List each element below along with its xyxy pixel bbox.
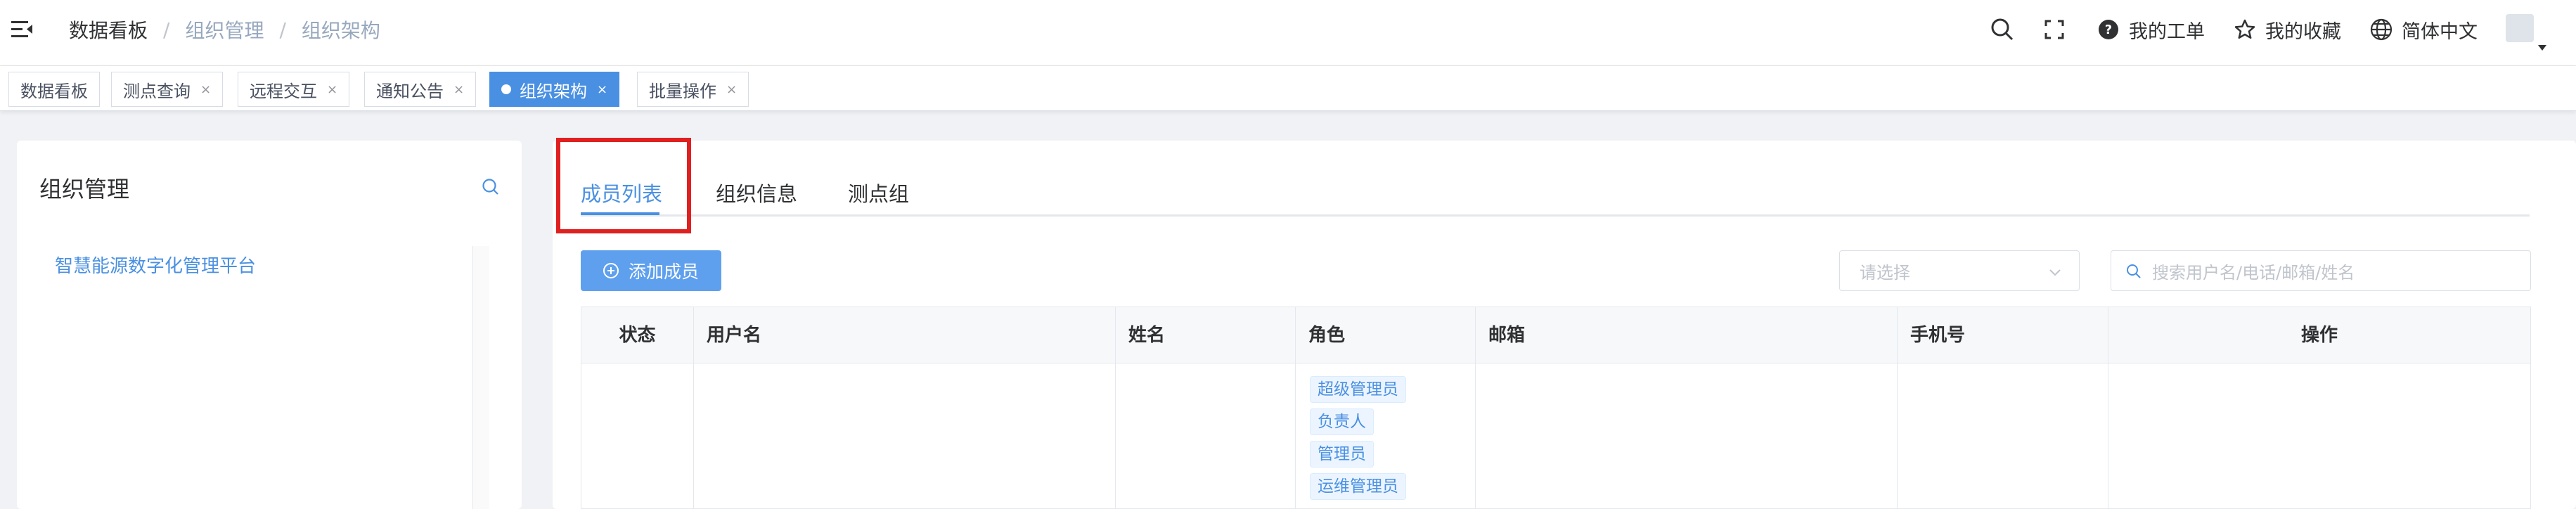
tag-label: 数据看板 xyxy=(20,81,88,101)
close-icon[interactable]: × xyxy=(726,82,737,97)
plus-circle-icon xyxy=(603,263,619,278)
my-tickets-button[interactable]: ? 我的工单 xyxy=(2097,16,2205,44)
tree-node-root[interactable]: 智慧能源数字化管理平台 xyxy=(55,252,256,278)
breadcrumb-item-org-management: 组织管理 xyxy=(185,19,264,42)
column-header-role: 角色 xyxy=(1296,307,1476,363)
tag-org-structure[interactable]: 组织架构 × xyxy=(489,72,620,107)
table-cell-actions xyxy=(2108,363,2530,509)
column-header-actions: 操作 xyxy=(2300,325,2338,346)
search-icon[interactable] xyxy=(1988,15,2016,44)
breadcrumb-item-dashboard[interactable]: 数据看板 xyxy=(69,15,148,44)
add-member-button[interactable]: 添加成员 xyxy=(581,250,721,291)
members-table: 状态 用户名 姓名 角色 邮箱 手机号 操作 超级管理员 负责人 管理员 运维管… xyxy=(581,307,2531,509)
panel-title: 组织管理 xyxy=(39,176,130,202)
breadcrumb-separator: / xyxy=(279,18,286,41)
table-cell-email xyxy=(1476,363,1898,509)
close-icon[interactable]: × xyxy=(200,82,211,97)
tag-label: 通知公告 xyxy=(376,81,444,101)
header-actions: ? 我的工单 我的收藏 简体中文 xyxy=(1964,10,2548,51)
active-dot-icon xyxy=(501,84,511,94)
tag-remote-interaction[interactable]: 远程交互 × xyxy=(238,72,350,107)
column-header-email: 邮箱 xyxy=(1476,307,1898,363)
user-menu[interactable] xyxy=(2506,10,2548,51)
org-tree-panel: 组织管理 智慧能源数字化管理平台 xyxy=(17,141,522,509)
table-cell-role: 超级管理员 负责人 管理员 运维管理员 xyxy=(1296,363,1476,509)
org-detail-panel: 成员列表 组织信息 测点组 添加成员 请选择 搜索用户名/电话/邮箱/姓名 状态… xyxy=(553,138,2576,509)
search-icon[interactable] xyxy=(481,177,503,200)
member-search-input[interactable]: 搜索用户名/电话/邮箱/姓名 xyxy=(2111,250,2531,291)
tag-batch-operation[interactable]: 批量操作 × xyxy=(637,72,749,107)
menu-fold-icon[interactable] xyxy=(8,15,37,44)
select-placeholder: 请选择 xyxy=(1860,262,1910,283)
role-tag: 负责人 xyxy=(1310,408,1374,435)
language-switch[interactable]: 简体中文 xyxy=(2369,16,2478,44)
tag-point-query[interactable]: 测点查询 × xyxy=(111,72,224,107)
breadcrumb-separator: / xyxy=(163,18,170,41)
scrollbar[interactable] xyxy=(472,246,489,509)
close-icon[interactable]: × xyxy=(327,82,337,97)
my-tickets-label: 我的工单 xyxy=(2129,20,2205,43)
globe-icon xyxy=(2369,18,2393,41)
tag-dashboard[interactable]: 数据看板 xyxy=(8,72,100,107)
table-cell-status xyxy=(581,363,694,509)
my-favorites-button[interactable]: 我的收藏 xyxy=(2233,16,2341,44)
column-header-status: 状态 xyxy=(581,307,694,363)
tabs: 成员列表 组织信息 测点组 xyxy=(581,174,2530,217)
avatar[interactable] xyxy=(2506,14,2534,42)
search-icon xyxy=(2125,263,2142,280)
tag-label: 测点查询 xyxy=(123,81,191,101)
role-tag: 超级管理员 xyxy=(1310,376,1406,403)
fullscreen-icon[interactable] xyxy=(2040,15,2068,44)
top-header: 数据看板 / 组织管理 / 组织架构 ? 我的工单 我的收藏 简体中文 xyxy=(0,0,2576,66)
table-cell-phone xyxy=(1898,363,2108,509)
role-tag: 管理员 xyxy=(1310,441,1374,468)
tab-org-info[interactable]: 组织信息 xyxy=(716,174,797,217)
close-icon[interactable]: × xyxy=(597,82,607,97)
svg-text:?: ? xyxy=(2105,22,2112,37)
column-header-phone: 手机号 xyxy=(1898,307,2108,363)
tags-view: 数据看板 测点查询 × 远程交互 × 通知公告 × 组织架构 × 批量操作 × xyxy=(0,66,2576,111)
language-label: 简体中文 xyxy=(2402,20,2478,43)
role-select[interactable]: 请选择 xyxy=(1839,250,2080,291)
my-favorites-label: 我的收藏 xyxy=(2265,20,2341,43)
caret-down-icon xyxy=(2538,45,2546,51)
table-cell-username xyxy=(694,363,1116,509)
table-cell-name xyxy=(1116,363,1296,509)
tab-active-indicator xyxy=(581,212,659,215)
tab-members[interactable]: 成员列表 xyxy=(581,174,662,217)
tag-label: 组织架构 xyxy=(520,81,587,101)
breadcrumb-item-org-structure: 组织架构 xyxy=(301,19,380,42)
chevron-down-icon xyxy=(2048,264,2062,278)
close-icon[interactable]: × xyxy=(453,82,464,97)
search-placeholder: 搜索用户名/电话/邮箱/姓名 xyxy=(2152,262,2355,283)
breadcrumb: 数据看板 / 组织管理 / 组织架构 xyxy=(69,15,380,44)
column-header-name: 姓名 xyxy=(1116,307,1296,363)
question-circle-icon: ? xyxy=(2097,18,2120,41)
tab-point-group[interactable]: 测点组 xyxy=(848,174,909,217)
table-header: 状态 用户名 姓名 角色 邮箱 手机号 操作 xyxy=(581,307,2530,363)
tag-notice[interactable]: 通知公告 × xyxy=(364,72,477,107)
tag-label: 远程交互 xyxy=(250,81,317,101)
tag-label: 批量操作 xyxy=(649,81,716,101)
role-tag: 运维管理员 xyxy=(1310,473,1406,500)
add-member-label: 添加成员 xyxy=(628,262,699,282)
column-header-username: 用户名 xyxy=(694,307,1116,363)
star-icon xyxy=(2233,18,2257,41)
